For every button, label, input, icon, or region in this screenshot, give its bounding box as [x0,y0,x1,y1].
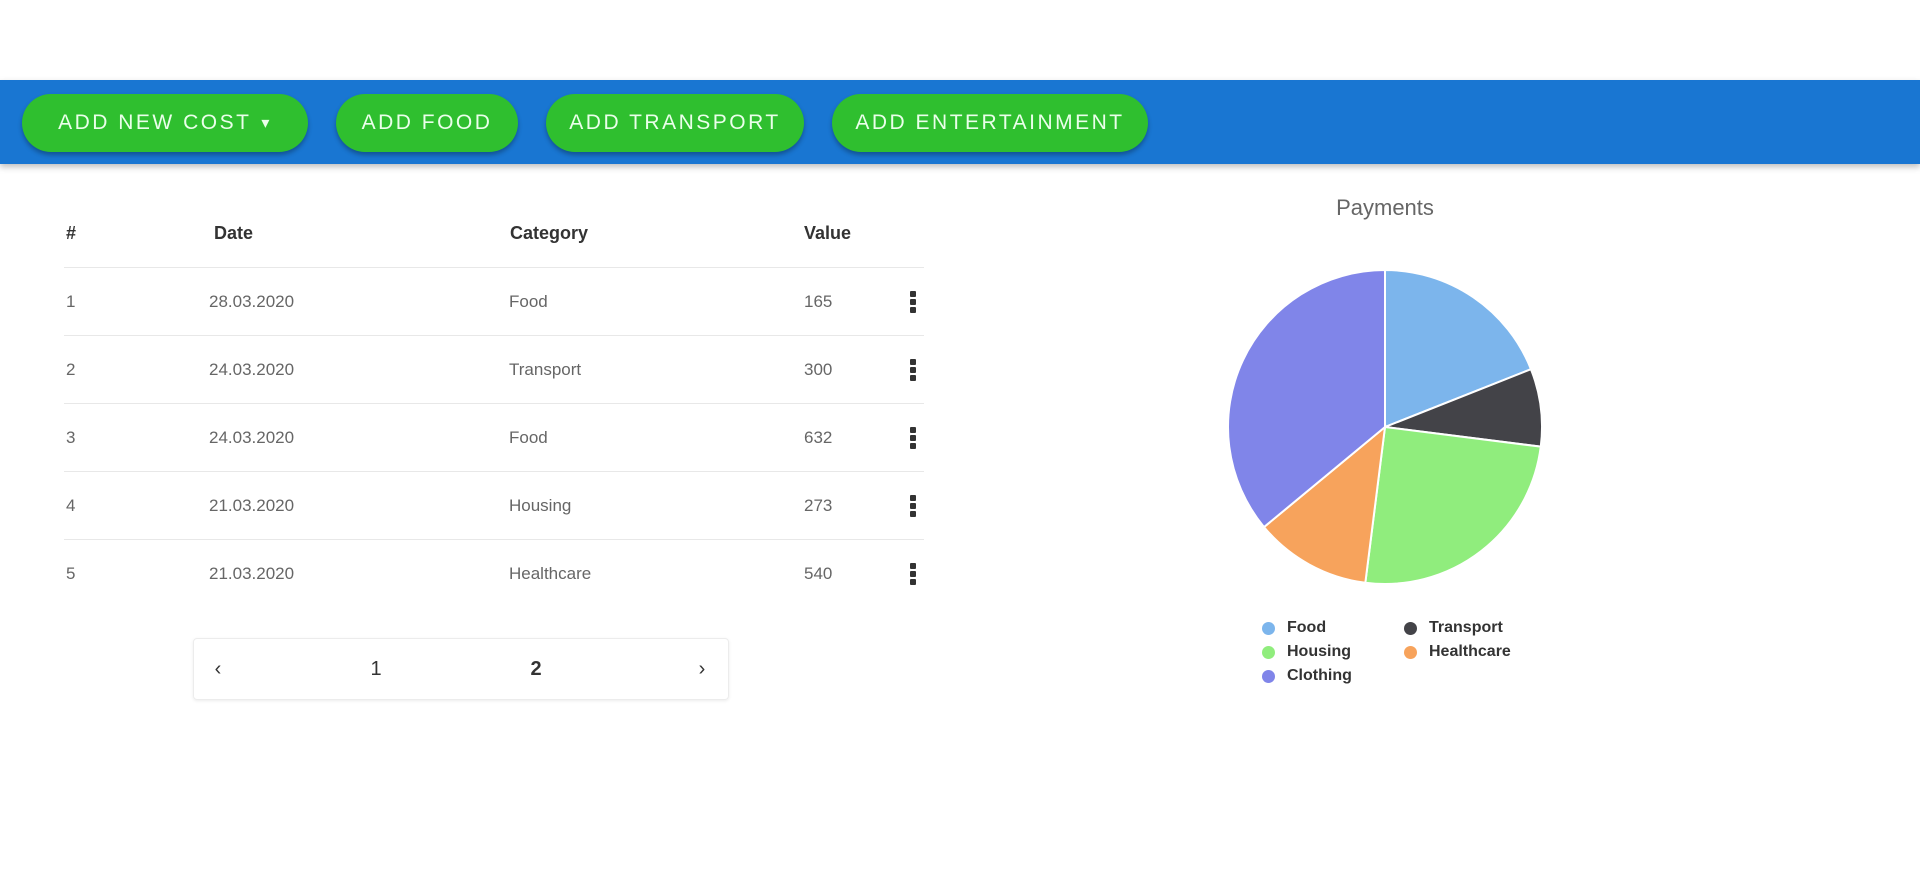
column-header-value: Value [804,223,852,243]
row-number: 1 [66,291,76,311]
row-category: Food [509,291,548,311]
legend-item-healthcare[interactable]: Healthcare [1404,643,1511,661]
add-new-cost-button[interactable]: ADD NEW COST ▾ [22,94,308,152]
more-vertical-icon[interactable] [910,562,916,585]
legend-item-transport[interactable]: Transport [1404,619,1503,637]
legend-swatch [1404,621,1417,635]
row-number: 5 [66,563,76,583]
row-date: 21.03.2020 [209,495,295,515]
table-row: 4 21.03.2020 Housing 273 [64,472,924,540]
add-entertainment-label: ADD ENTERTAINMENT [855,111,1125,134]
action-toolbar: ADD NEW COST ▾ ADD FOOD ADD TRANSPORT AD… [0,80,1920,164]
more-vertical-icon[interactable] [910,494,916,517]
payments-pie-chart [1227,268,1543,585]
row-category: Transport [509,359,582,379]
row-value: 632 [804,427,833,447]
column-header-date: Date [214,223,254,243]
row-date: 24.03.2020 [209,427,295,447]
legend-swatch [1262,621,1275,635]
chevron-right-icon[interactable]: › [690,639,714,699]
row-value: 300 [804,359,833,379]
table-row: 3 24.03.2020 Food 632 [64,404,924,472]
row-date: 28.03.2020 [209,291,295,311]
row-date: 24.03.2020 [209,359,295,379]
add-food-label: ADD FOOD [361,111,493,134]
add-transport-button[interactable]: ADD TRANSPORT [546,94,804,152]
table-row: 1 28.03.2020 Food 165 [64,268,924,336]
caret-down-icon: ▾ [261,115,272,132]
add-entertainment-button[interactable]: ADD ENTERTAINMENT [832,94,1148,152]
pagination: ‹ 1 2 › [193,638,729,700]
pie-slice-housing[interactable] [1364,425,1542,585]
legend-item-clothing[interactable]: Clothing [1262,667,1352,685]
chart-title: Payments [1336,195,1434,220]
add-food-button[interactable]: ADD FOOD [336,94,518,152]
legend-label: Housing [1287,643,1351,660]
page-1-button[interactable]: 1 [364,639,388,699]
row-value: 165 [804,291,833,311]
chevron-left-icon[interactable]: ‹ [206,639,230,699]
row-number: 4 [66,495,76,515]
row-category: Healthcare [509,563,592,583]
row-category: Housing [509,495,572,515]
legend-swatch [1404,645,1417,659]
legend-swatch [1262,669,1275,683]
row-date: 21.03.2020 [209,563,295,583]
more-vertical-icon[interactable] [910,290,916,313]
row-number: 2 [66,359,76,379]
more-vertical-icon[interactable] [910,358,916,381]
row-category: Food [509,427,548,447]
legend-label: Food [1287,619,1327,636]
page-2-button[interactable]: 2 [524,639,548,699]
more-vertical-icon[interactable] [910,426,916,449]
costs-table: # Date Category Value 1 28.03.2020 Food … [64,200,924,607]
table-header: # Date Category Value [64,200,924,268]
legend-label: Healthcare [1429,643,1511,660]
legend-label: Transport [1429,619,1503,636]
add-transport-label: ADD TRANSPORT [569,111,781,134]
legend-item-food[interactable]: Food [1262,619,1326,637]
table-row: 5 21.03.2020 Healthcare 540 [64,540,924,607]
legend-item-housing[interactable]: Housing [1262,643,1351,661]
legend-swatch [1262,645,1275,659]
legend-label: Clothing [1287,667,1352,684]
row-value: 273 [804,495,833,515]
add-new-cost-label: ADD NEW COST [58,111,252,134]
app-page: ADD NEW COST ▾ ADD FOOD ADD TRANSPORT AD… [0,0,1920,893]
table-row: 2 24.03.2020 Transport 300 [64,336,924,404]
column-header-number: # [66,223,77,243]
row-value: 540 [804,563,833,583]
column-header-category: Category [510,223,589,243]
row-number: 3 [66,427,76,447]
